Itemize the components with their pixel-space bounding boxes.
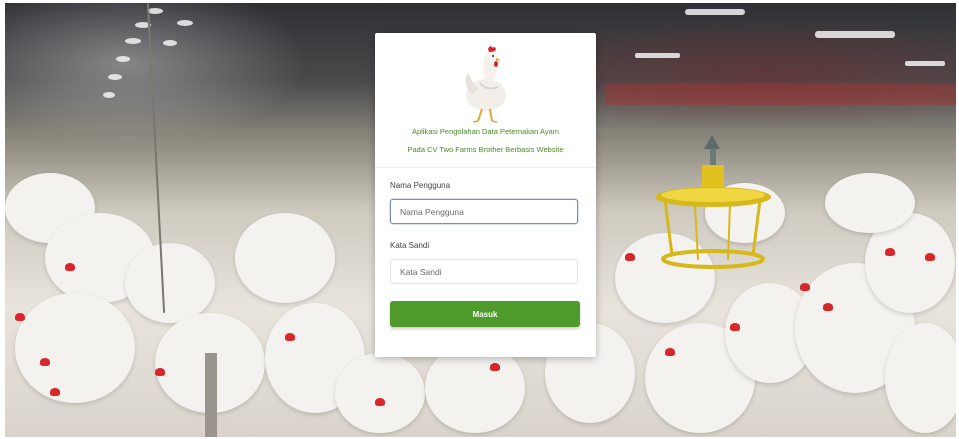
app-title-line-2: Pada CV Two Farms Brother Berbasis Websi… xyxy=(407,145,564,154)
login-card: Aplikasi Pengolahan Data Peternakan Ayam… xyxy=(375,33,596,357)
password-label: Kata Sandi xyxy=(390,241,430,250)
header-divider xyxy=(375,167,596,168)
login-button[interactable]: Masuk xyxy=(390,301,580,327)
chicken-icon xyxy=(465,46,506,123)
username-input[interactable] xyxy=(390,199,578,224)
username-label: Nama Pengguna xyxy=(390,181,451,190)
password-input[interactable] xyxy=(390,259,578,284)
poultry-feeder xyxy=(655,135,771,269)
login-card-header: Aplikasi Pengolahan Data Peternakan Ayam… xyxy=(375,33,596,167)
app-title-line-1: Aplikasi Pengolahan Data Peternakan Ayam xyxy=(411,127,560,136)
